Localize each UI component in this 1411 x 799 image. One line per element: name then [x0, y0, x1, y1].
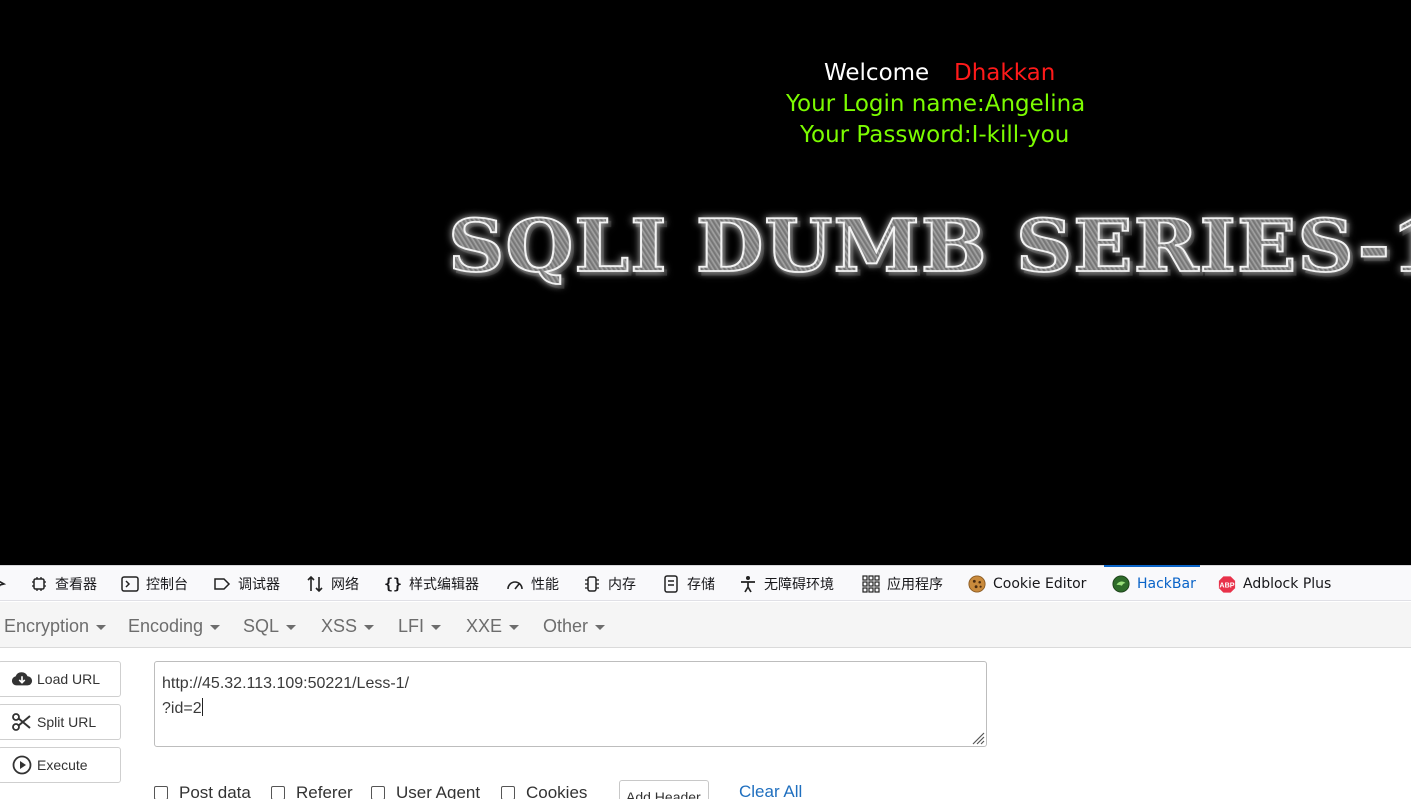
abp-icon: ABP [1218, 575, 1236, 593]
username-text: Dhakkan [954, 60, 1056, 86]
caret-down-icon [364, 624, 375, 630]
tab-application[interactable]: 应用程序 [862, 566, 943, 602]
tab-label: 网络 [331, 577, 359, 593]
cloud-download-icon [11, 669, 33, 689]
accessibility-icon [739, 575, 757, 593]
console-icon [121, 575, 139, 593]
tab-label: 查看器 [55, 577, 97, 593]
tab-label: 内存 [608, 577, 636, 593]
caret-down-icon [509, 624, 520, 630]
tab-memory[interactable]: 内存 [583, 566, 636, 602]
tab-label: 样式编辑器 [409, 577, 479, 593]
user-agent-option[interactable]: User Agent [371, 783, 480, 799]
tab-label: 应用程序 [887, 577, 943, 593]
devtools-tabbar: 查看器 控制台 调试器 网络 {} 样式编辑器 性能 内存 存储 无障碍环境 应… [0, 565, 1411, 601]
tab-label: Cookie Editor [993, 576, 1087, 592]
element-picker-icon[interactable] [0, 566, 8, 602]
sqli-banner-image: SQLI DUMB SERIES-1 [447, 204, 1411, 290]
play-circle-icon [11, 755, 33, 775]
tab-label: 控制台 [146, 577, 188, 593]
tab-network[interactable]: 网络 [306, 566, 359, 602]
scissors-icon [11, 712, 33, 732]
menu-sql[interactable]: SQL [243, 616, 297, 637]
url-textarea[interactable]: http://45.32.113.109:50221/Less-1/ ?id=2 [154, 661, 987, 747]
debugger-icon [213, 575, 231, 593]
cookies-checkbox[interactable] [501, 786, 515, 799]
tab-performance[interactable]: 性能 [506, 566, 559, 602]
inspector-icon [30, 575, 48, 593]
menu-label: LFI [398, 616, 425, 636]
load-url-label: Load URL [37, 671, 101, 687]
tab-style-editor[interactable]: {} 样式编辑器 [384, 566, 479, 602]
referer-checkbox[interactable] [271, 786, 285, 799]
page-content: Welcome Dhakkan Your Login name:Angelina… [0, 0, 1411, 565]
user-agent-label: User Agent [396, 783, 481, 799]
menu-xxe[interactable]: XXE [466, 616, 520, 637]
menu-encoding[interactable]: Encoding [128, 616, 221, 637]
hackbar-icon [1112, 575, 1130, 593]
svg-text:ABP: ABP [1219, 580, 1234, 589]
menu-other[interactable]: Other [543, 616, 606, 637]
storage-icon [662, 575, 680, 593]
tab-storage[interactable]: 存储 [662, 566, 715, 602]
clear-all-link[interactable]: Clear All [739, 782, 802, 799]
split-url-button[interactable]: Split URL [0, 704, 121, 740]
caret-down-icon [595, 624, 606, 630]
load-url-button[interactable]: Load URL [0, 661, 121, 697]
hackbar-menubar: Encryption Encoding SQL XSS LFI XXE Othe… [0, 602, 1411, 648]
welcome-text: Welcome [824, 60, 930, 86]
post-data-label: Post data [179, 783, 251, 799]
execute-label: Execute [37, 757, 88, 773]
tab-console[interactable]: 控制台 [121, 566, 188, 602]
memory-icon [583, 575, 601, 593]
menu-label: XSS [321, 616, 358, 636]
post-data-option[interactable]: Post data [154, 783, 251, 799]
cookies-option[interactable]: Cookies [501, 783, 587, 799]
password-text: Your Password:I-kill-you [800, 122, 1070, 148]
text-cursor [201, 698, 203, 716]
application-icon [862, 575, 880, 593]
menu-encryption[interactable]: Encryption [4, 616, 107, 637]
caret-down-icon [286, 624, 297, 630]
tab-label: 存储 [687, 577, 715, 593]
url-line-2: ?id=2 [162, 700, 202, 717]
performance-icon [506, 575, 524, 593]
login-name-text: Your Login name:Angelina [786, 91, 1086, 117]
menu-label: SQL [243, 616, 280, 636]
referer-label: Referer [296, 783, 353, 799]
tab-adblock-plus[interactable]: ABP Adblock Plus [1218, 566, 1331, 602]
tab-label: 无障碍环境 [764, 577, 834, 593]
tab-cookie-editor[interactable]: Cookie Editor [968, 566, 1086, 602]
menu-label: Encoding [128, 616, 204, 636]
caret-down-icon [210, 624, 221, 630]
execute-button[interactable]: Execute [0, 747, 121, 783]
tab-label: 性能 [531, 577, 559, 593]
style-editor-icon: {} [383, 575, 403, 593]
resize-handle-icon[interactable] [969, 729, 985, 745]
tab-inspector[interactable]: 查看器 [30, 566, 97, 602]
menu-label: XXE [466, 616, 503, 636]
user-agent-checkbox[interactable] [371, 786, 385, 799]
tab-debugger[interactable]: 调试器 [213, 566, 280, 602]
split-url-label: Split URL [37, 714, 97, 730]
cookies-label: Cookies [526, 783, 588, 799]
post-data-checkbox[interactable] [154, 786, 168, 799]
cookie-icon [968, 575, 986, 593]
referer-option[interactable]: Referer [271, 783, 353, 799]
caret-down-icon [96, 624, 107, 630]
devtools-panel: 查看器 控制台 调试器 网络 {} 样式编辑器 性能 内存 存储 无障碍环境 应… [0, 565, 1411, 799]
tab-label: HackBar [1137, 576, 1196, 592]
menu-label: Other [543, 616, 589, 636]
menu-label: Encryption [4, 616, 90, 636]
network-icon [306, 575, 324, 593]
url-line-1: http://45.32.113.109:50221/Less-1/ [162, 675, 410, 692]
menu-xss[interactable]: XSS [321, 616, 375, 637]
tab-hackbar[interactable]: HackBar [1104, 565, 1200, 602]
caret-down-icon [431, 624, 442, 630]
add-header-button[interactable]: Add Header [619, 780, 709, 799]
tab-label: 调试器 [238, 577, 280, 593]
tab-accessibility[interactable]: 无障碍环境 [739, 566, 834, 602]
menu-lfi[interactable]: LFI [398, 616, 442, 637]
tab-label: Adblock Plus [1243, 576, 1332, 592]
